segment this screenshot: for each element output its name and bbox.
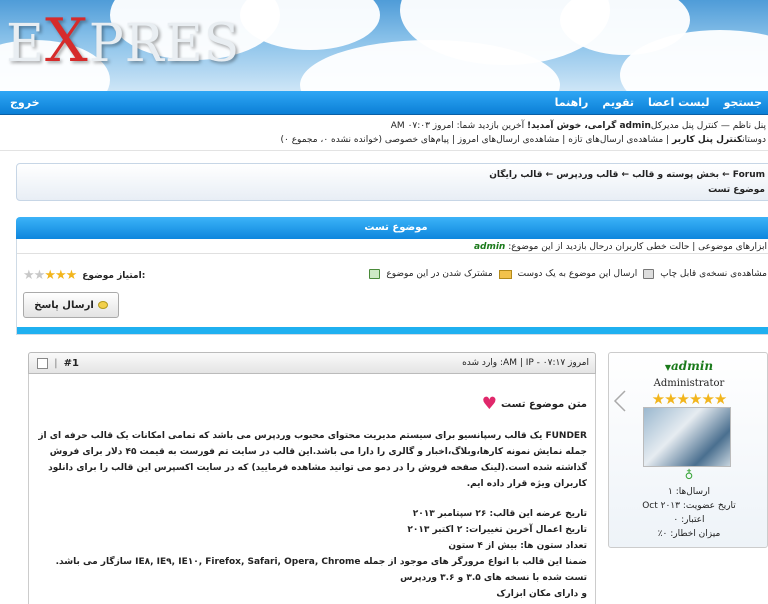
thread-title-bar: موضوع تست bbox=[16, 217, 768, 239]
viewer-name[interactable]: admin bbox=[474, 242, 505, 252]
welcome-line-1: پنل ناظم — کنترل پنل مدیرکلadmin گرامی، … bbox=[6, 119, 766, 133]
post: | #1 امروز ۰۷:۱۷ - AM | IP: وارد شده متن… bbox=[28, 352, 768, 604]
divider bbox=[0, 150, 768, 151]
speech-bubble-icon bbox=[97, 301, 108, 309]
thread-tools-text[interactable]: ابزارهای موضوعی | حالت خطی کاربران درحال… bbox=[505, 242, 767, 252]
breadcrumb: Forum ← بخش پوسته و قالب ← قالب وردپرس ←… bbox=[16, 163, 768, 201]
print-link[interactable]: مشاهده‌ی نسخه‌ی قابل چاپ bbox=[660, 269, 767, 279]
admin-cp-link[interactable]: پنل ناظم — کنترل پنل مدیرکل bbox=[651, 121, 766, 131]
breadcrumb-path[interactable]: Forum ← بخش پوسته و قالب ← قالب وردپرس ←… bbox=[489, 170, 765, 180]
username: admin bbox=[619, 121, 651, 131]
thread-tools: ابزارهای موضوعی | حالت خطی کاربران درحال… bbox=[16, 239, 768, 335]
separator: | bbox=[54, 358, 58, 369]
reply-label: ارسال پاسخ bbox=[34, 299, 94, 311]
post-line: تعداد ستون ها: بیش از ۴ ستون bbox=[448, 541, 587, 551]
user-reputation: اعتبار: ۰ bbox=[673, 515, 705, 525]
nav-search[interactable]: جستجو bbox=[724, 96, 762, 109]
user-info: ارسال‌ها: ۱ تاریخ عضویت: Oct ۲۰۱۳ اعتبار… bbox=[609, 485, 768, 541]
post-time: امروز ۰۷:۱۷ - AM | IP: وارد شده bbox=[462, 358, 589, 368]
heart-icon: ♥ bbox=[481, 394, 498, 414]
divider bbox=[17, 253, 768, 254]
user-joined: تاریخ عضویت: Oct ۲۰۱۳ bbox=[642, 501, 736, 511]
greeting: گرامی، خوش آمدید! bbox=[526, 121, 620, 131]
nav-members[interactable]: لیست اعضا bbox=[648, 96, 710, 109]
user-posts: ارسال‌ها: ۱ bbox=[668, 487, 710, 497]
subscribe-icon bbox=[369, 269, 381, 279]
thread-title: موضوع تست bbox=[364, 222, 428, 233]
post-line: ضمنا این قالب با انواع مرورگر های موجود … bbox=[55, 557, 587, 567]
logout-link[interactable]: خروج bbox=[10, 96, 40, 109]
main-nav: خروج جستجو لیست اعضا تقویم راهنما bbox=[0, 91, 768, 115]
rating-label: امتیاز موضوع: bbox=[82, 270, 146, 281]
post-header: | #1 امروز ۰۷:۱۷ - AM | IP: وارد شده bbox=[28, 352, 596, 374]
user-warning: میزان اخطار: ۰٪ bbox=[657, 529, 721, 539]
post-number-area: | #1 bbox=[37, 358, 79, 369]
last-visit: آخرین بازدید شما: امروز ۰۷:۰۳ AM bbox=[390, 121, 527, 131]
online-status-icon: ♁ bbox=[684, 468, 694, 482]
thread-tools-line: ابزارهای موضوعی | حالت خطی کاربران درحال… bbox=[474, 242, 767, 252]
post-paragraph: FUNDER یک قالب رسپانسیو برای سیستم مدیری… bbox=[38, 431, 587, 489]
printer-icon bbox=[643, 269, 655, 279]
nav-links: جستجو لیست اعضا تقویم راهنما bbox=[555, 96, 762, 109]
user-name-row[interactable]: ▼admin bbox=[609, 359, 768, 373]
post-title-text: متن موضوع تست bbox=[501, 399, 587, 410]
user-cp-link[interactable]: کنترل پنل کاربر bbox=[672, 135, 742, 145]
post-line: تست شده با نسخه های ۳.۵ و ۳.۶ وردپرس bbox=[400, 573, 587, 583]
welcome-line-2: دوستانکنترل پنل کاربر | مشاهده‌ی ارسال‌ه… bbox=[6, 133, 766, 147]
site-logo[interactable]: EXPRES bbox=[6, 6, 240, 76]
user-name[interactable]: admin bbox=[671, 359, 713, 373]
friends-link[interactable]: دوستان bbox=[742, 135, 766, 145]
send-to-friend-link[interactable]: ارسال این موضوع به یک دوست bbox=[518, 269, 638, 279]
post-select-checkbox[interactable] bbox=[37, 358, 48, 369]
welcome-panel: پنل ناظم — کنترل پنل مدیرکلadmin گرامی، … bbox=[6, 119, 766, 147]
rating-stars: ★★★★★ bbox=[23, 268, 77, 283]
nav-help[interactable]: راهنما bbox=[555, 96, 589, 109]
user-card: ▼admin Administrator ★★★★★★ ♁ ارسال‌ها: … bbox=[608, 352, 768, 548]
reply-button[interactable]: ارسال پاسخ bbox=[23, 292, 119, 318]
nav-calendar[interactable]: تقویم bbox=[602, 96, 634, 109]
post-number[interactable]: #1 bbox=[64, 358, 79, 369]
thread-rating[interactable]: ★★★★★ امتیاز موضوع: bbox=[23, 268, 145, 283]
post-line: تاریخ اعمال آخرین تغییرات: ۲ اکتبر ۲۰۱۳ bbox=[407, 525, 587, 535]
thread-actions: مشاهده‌ی نسخه‌ی قابل چاپ ارسال این موضوع… bbox=[369, 269, 767, 279]
post-title: متن موضوع تست ♥ bbox=[482, 396, 587, 413]
post-line: تاریخ عرضه این قالب: ۲۶ سپتامبر ۲۰۱۳ bbox=[412, 509, 587, 519]
subscribe-link[interactable]: مشترک شدن در این موضوع bbox=[386, 269, 492, 279]
post-line: و دارای مکان ابزارک bbox=[496, 589, 587, 599]
envelope-icon bbox=[498, 269, 512, 279]
user-rank-stars: ★★★★★★ bbox=[651, 390, 728, 408]
tools-bottom-bar bbox=[17, 327, 768, 334]
post-content: FUNDER یک قالب رسپانسیو برای سیستم مدیری… bbox=[31, 428, 587, 602]
chevron-left-icon bbox=[613, 390, 626, 412]
quick-links[interactable]: | مشاهده‌ی ارسال‌های تازه | مشاهده‌ی ارس… bbox=[280, 135, 672, 145]
site-header: EXPRES bbox=[0, 0, 768, 92]
post-body: متن موضوع تست ♥ FUNDER یک قالب رسپانسیو … bbox=[28, 374, 596, 604]
user-role: Administrator bbox=[653, 378, 725, 389]
avatar[interactable] bbox=[643, 407, 731, 467]
breadcrumb-current: موضوع تست bbox=[708, 185, 765, 195]
